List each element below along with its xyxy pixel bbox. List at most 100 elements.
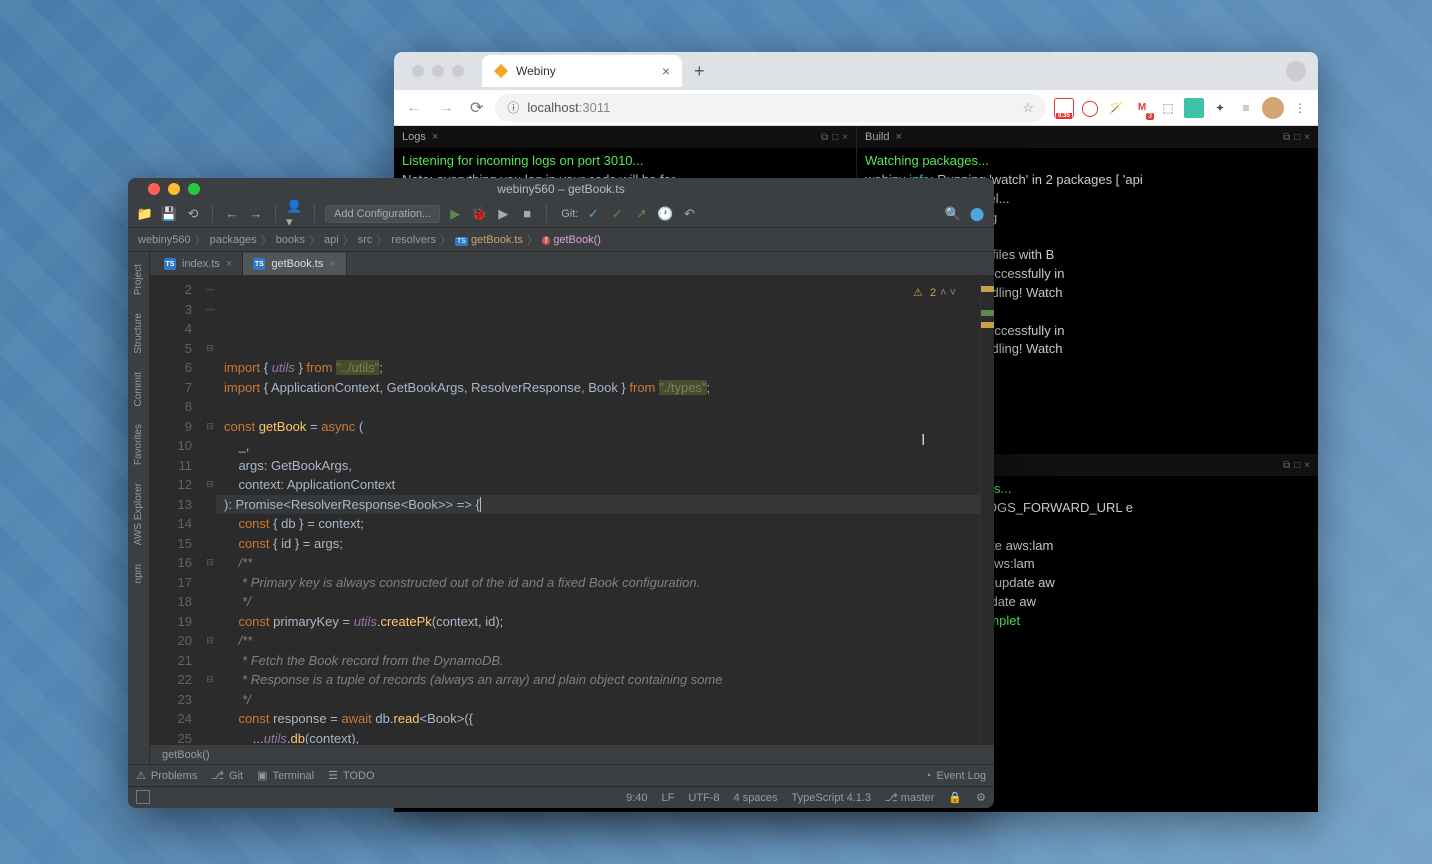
reading-list-icon[interactable]: ≡: [1236, 98, 1256, 118]
git-branch[interactable]: ⎇ master: [885, 791, 934, 804]
new-tab-button[interactable]: +: [694, 61, 705, 82]
panel-controls[interactable]: ⧉□×: [821, 132, 848, 143]
back-icon[interactable]: ←: [223, 205, 241, 223]
settings-icon[interactable]: ⚙: [976, 791, 986, 804]
ide-settings-icon[interactable]: ⬤: [968, 205, 986, 223]
breadcrumb-item[interactable]: packages: [210, 234, 257, 246]
extensions-button[interactable]: ✦: [1210, 98, 1230, 118]
tool-window-toggle[interactable]: [136, 790, 150, 804]
breadcrumb-function[interactable]: fgetBook(): [542, 234, 601, 246]
run-icon[interactable]: ▶: [446, 205, 464, 223]
editor-tabs: TSindex.ts×TSgetBook.ts×: [150, 252, 994, 276]
breadcrumb-item[interactable]: books: [276, 234, 305, 246]
problems-tool[interactable]: ⚠ Problems: [136, 769, 197, 782]
fold-column[interactable]: ——⊟⊟⊟⊟⊟⊟: [204, 276, 216, 744]
ide-window: webiny560 – getBook.ts 📁 💾 ⟲ ← → 👤▾ Add …: [128, 178, 994, 808]
close-icon[interactable]: ×: [895, 131, 901, 143]
extension-icon[interactable]: ⬚: [1158, 98, 1178, 118]
breadcrumb-item[interactable]: webiny560: [138, 234, 191, 246]
logs-tab[interactable]: Logs ×: [402, 131, 438, 143]
close-dot[interactable]: [412, 65, 424, 77]
save-icon[interactable]: 💾: [160, 205, 178, 223]
side-tool-aws-explorer[interactable]: AWS Explorer: [131, 475, 146, 553]
event-log-tool[interactable]: ◔ Event Log: [925, 770, 986, 782]
open-icon[interactable]: 📁: [136, 205, 154, 223]
reload-button[interactable]: ⟳: [466, 98, 487, 118]
terminal-tool[interactable]: ▣ Terminal: [257, 769, 314, 782]
search-icon[interactable]: 🔍: [944, 205, 962, 223]
side-tool-project[interactable]: Project: [131, 256, 146, 303]
back-button[interactable]: ←: [402, 99, 426, 117]
wand-icon[interactable]: 🪄: [1106, 98, 1126, 118]
close-icon[interactable]: ×: [432, 131, 438, 143]
panel-controls[interactable]: ⧉□×: [1283, 132, 1310, 143]
breadcrumb-item[interactable]: src: [358, 234, 373, 246]
file-tab[interactable]: TSindex.ts×: [154, 253, 243, 275]
git-push-icon[interactable]: ↗: [632, 205, 650, 223]
line-ending[interactable]: LF: [662, 792, 675, 804]
side-tool-structure[interactable]: Structure: [131, 305, 146, 362]
site-info-icon[interactable]: ⓘ: [507, 99, 519, 116]
sync-icon[interactable]: ⟲: [184, 205, 202, 223]
profile-avatar[interactable]: [1262, 97, 1284, 119]
cursor-position[interactable]: 9:40: [626, 792, 647, 804]
breadcrumb-item[interactable]: api: [324, 234, 339, 246]
close-icon[interactable]: ×: [329, 258, 335, 270]
maximize-dot[interactable]: [452, 65, 464, 77]
user-icon[interactable]: 👤▾: [286, 205, 304, 223]
lastpass-icon[interactable]: 0.35: [1054, 98, 1074, 118]
typescript-icon: TS: [253, 258, 265, 270]
close-icon[interactable]: ×: [226, 258, 232, 270]
maximize-dot[interactable]: [188, 183, 200, 195]
window-controls[interactable]: [138, 183, 210, 195]
bookmark-icon[interactable]: ☆: [1022, 100, 1034, 116]
code-editor[interactable]: 2345678910111213141516171819202122232425…: [150, 276, 994, 744]
ide-titlebar[interactable]: webiny560 – getBook.ts: [128, 178, 994, 200]
minimize-dot[interactable]: [432, 65, 444, 77]
close-tab-icon[interactable]: ×: [662, 63, 670, 79]
git-rollback-icon[interactable]: ↶: [680, 205, 698, 223]
file-encoding[interactable]: UTF-8: [688, 792, 719, 804]
extensions-area: 0.35 ◯ 🪄 ⬚ ✦ ≡ ⋮: [1054, 97, 1310, 119]
error-stripe[interactable]: [980, 276, 994, 744]
inspection-badge[interactable]: ⚠ 2 ˄ ˅: [913, 284, 956, 304]
address-bar[interactable]: ⓘ localhost:3011 ☆: [495, 94, 1046, 122]
side-tool-npm[interactable]: npm: [131, 556, 146, 591]
code-body[interactable]: import { utils } from "../utils";import …: [216, 276, 980, 744]
forward-button[interactable]: →: [434, 99, 458, 117]
run-config-dropdown[interactable]: Add Configuration...: [325, 205, 440, 223]
browser-tab[interactable]: Webiny ×: [482, 55, 682, 87]
logs-tab-label: Logs: [402, 131, 426, 143]
side-tool-commit[interactable]: Commit: [131, 364, 146, 414]
coverage-icon[interactable]: ▶: [494, 205, 512, 223]
file-tab[interactable]: TSgetBook.ts×: [243, 253, 346, 275]
lock-icon[interactable]: 🔒: [948, 791, 962, 804]
gmail-icon[interactable]: [1132, 98, 1152, 118]
indent-info[interactable]: 4 spaces: [734, 792, 778, 804]
ublock-icon[interactable]: [1184, 98, 1204, 118]
breadcrumb-item[interactable]: resolvers: [391, 234, 436, 246]
logs-tabbar: Logs × ⧉□×: [394, 126, 856, 148]
language-version[interactable]: TypeScript 4.1.3: [792, 792, 872, 804]
git-history-icon[interactable]: 🕐: [656, 205, 674, 223]
tab-search-button[interactable]: [1286, 61, 1306, 81]
window-controls[interactable]: [402, 65, 474, 77]
side-tool-favorites[interactable]: Favorites: [131, 416, 146, 473]
breadcrumb[interactable]: webiny560〉packages〉books〉api〉src〉resolve…: [128, 228, 994, 252]
debug-icon[interactable]: 🐞: [470, 205, 488, 223]
line-gutter[interactable]: 2345678910111213141516171819202122232425: [150, 276, 204, 744]
git-update-icon[interactable]: ✓: [584, 205, 602, 223]
build-tab[interactable]: Build ×: [865, 131, 902, 143]
breadcrumb-file[interactable]: TSgetBook.ts: [455, 234, 523, 246]
minimize-dot[interactable]: [168, 183, 180, 195]
git-tool[interactable]: ⎇ Git: [211, 769, 243, 782]
adblock-icon[interactable]: ◯: [1080, 98, 1100, 118]
chrome-menu-icon[interactable]: ⋮: [1290, 98, 1310, 118]
close-dot[interactable]: [148, 183, 160, 195]
panel-controls[interactable]: ⧉□×: [1283, 460, 1310, 471]
stop-icon[interactable]: ■: [518, 205, 536, 223]
git-commit-icon[interactable]: ✓: [608, 205, 626, 223]
todo-tool[interactable]: ☰ TODO: [328, 769, 374, 782]
current-scope: getBook(): [162, 749, 210, 761]
forward-icon[interactable]: →: [247, 205, 265, 223]
